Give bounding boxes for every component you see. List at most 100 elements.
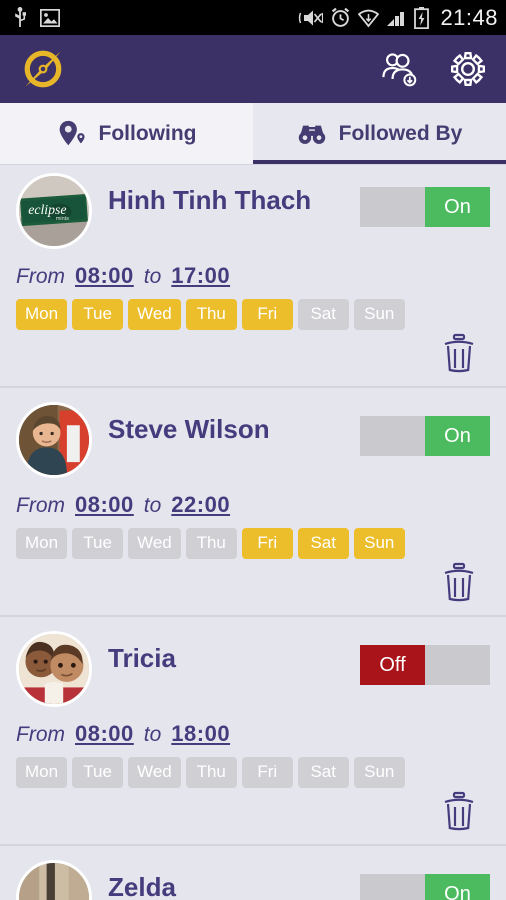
from-label: From [16,265,65,288]
entry-actions [16,788,490,834]
toggle-track [360,874,425,900]
day-chip-mon[interactable]: Mon [16,528,68,559]
avatar[interactable] [16,402,92,478]
entry-header: Zelda On [16,860,490,900]
day-chip-sun[interactable]: Sun [353,757,405,788]
from-time[interactable]: 08:00 [75,721,134,747]
tab-followed-by-label: Followed By [338,122,463,145]
tab-following[interactable]: Following [0,103,253,165]
day-chip-mon[interactable]: Mon [16,299,68,330]
to-label: to [143,494,162,517]
from-time[interactable]: 08:00 [75,492,134,518]
toggle-track [425,645,490,685]
to-label: to [143,265,162,288]
usb-icon [15,6,26,27]
list-item[interactable]: eclipse mints Hinh Tinh Thach On From 08… [0,165,506,388]
status-toggle[interactable]: On [360,187,490,227]
toggle-state-label: On [425,416,490,456]
avatar-image-man [19,405,89,475]
person-name: Hinh Tinh Thach [108,185,312,215]
tab-followed-by[interactable]: Followed By [253,103,506,165]
status-toggle[interactable]: Off [360,645,490,685]
avatar-image-eclipse: eclipse mints [19,176,89,246]
from-time[interactable]: 08:00 [75,263,134,289]
day-chip-wed[interactable]: Wed [128,757,181,788]
time-range: From 08:00 to 22:00 [16,492,490,518]
day-chip-fri[interactable]: Fri [241,757,293,788]
entry-actions [16,559,490,605]
compass-logo [24,50,62,88]
status-bar-right-icons: 21:48 [297,5,498,31]
entry-header: Steve Wilson On [16,402,490,478]
toggle-track [360,416,425,456]
avatar[interactable] [16,860,92,900]
app-screen: 21:48 Following Followed By eclipse mint… [0,0,506,900]
to-time[interactable]: 22:00 [171,492,230,518]
to-time[interactable]: 18:00 [171,721,230,747]
day-chip-thu[interactable]: Thu [185,299,237,330]
from-label: From [16,723,65,746]
image-icon [40,8,60,27]
day-chip-sun[interactable]: Sun [353,528,405,559]
day-chip-tue[interactable]: Tue [72,757,124,788]
avatar-image-child-curtain [19,863,89,900]
day-chip-mon[interactable]: Mon [16,757,68,788]
wifi-icon [358,9,380,27]
tab-following-label: Following [98,122,197,145]
person-name: Zelda [108,872,176,900]
day-chip-tue[interactable]: Tue [72,299,124,330]
battery-charging-icon [414,6,430,29]
list-item[interactable]: Steve Wilson On From 08:00 to 22:00 Mon … [0,388,506,617]
delete-icon[interactable] [442,791,476,831]
tab-bar: Following Followed By [0,103,506,165]
app-bar-actions [378,49,488,89]
status-bar-clock: 21:48 [440,4,498,30]
status-toggle[interactable]: On [360,874,490,900]
time-range: From 08:00 to 18:00 [16,721,490,747]
from-label: From [16,494,65,517]
entry-header: eclipse mints Hinh Tinh Thach On [16,173,490,249]
person-name: Tricia [108,643,176,673]
day-chip-fri[interactable]: Fri [241,528,293,559]
person-name: Steve Wilson [108,414,270,444]
list-item[interactable]: Zelda On [0,846,506,900]
day-chip-sat[interactable]: Sat [297,299,349,330]
day-selector: Mon Tue Wed Thu Fri Sat Sun [16,528,490,559]
time-range: From 08:00 to 17:00 [16,263,490,289]
followed-by-list[interactable]: eclipse mints Hinh Tinh Thach On From 08… [0,165,506,900]
day-chip-thu[interactable]: Thu [185,528,237,559]
add-person-icon[interactable] [378,49,418,89]
status-bar-left-icons [12,6,60,29]
day-chip-tue[interactable]: Tue [72,528,124,559]
day-chip-sun[interactable]: Sun [353,299,405,330]
svg-text:mints: mints [56,216,69,222]
settings-gear-icon[interactable] [448,49,488,89]
svg-text:eclipse: eclipse [28,202,66,217]
to-label: to [143,723,162,746]
alarm-icon [332,7,350,27]
toggle-state-label: On [425,874,490,900]
day-chip-wed[interactable]: Wed [128,299,181,330]
day-chip-fri[interactable]: Fri [241,299,293,330]
avatar[interactable] [16,631,92,707]
entry-actions [16,330,490,376]
location-pin-icon [59,120,85,146]
status-bar: 21:48 [0,0,506,35]
binoculars-icon [298,125,325,144]
mute-vibrate-icon [299,10,324,25]
delete-icon[interactable] [442,562,476,602]
day-chip-sat[interactable]: Sat [297,757,349,788]
to-time[interactable]: 17:00 [171,263,230,289]
day-chip-thu[interactable]: Thu [185,757,237,788]
day-chip-sat[interactable]: Sat [297,528,349,559]
avatar[interactable]: eclipse mints [16,173,92,249]
delete-icon[interactable] [442,333,476,373]
entry-header: Tricia Off [16,631,490,707]
avatar-image-children [19,634,89,704]
list-item[interactable]: Tricia Off From 08:00 to 18:00 Mon Tue W… [0,617,506,846]
toggle-state-label: On [425,187,490,227]
toggle-track [360,187,425,227]
day-chip-wed[interactable]: Wed [128,528,181,559]
toggle-state-label: Off [360,645,425,685]
status-toggle[interactable]: On [360,416,490,456]
